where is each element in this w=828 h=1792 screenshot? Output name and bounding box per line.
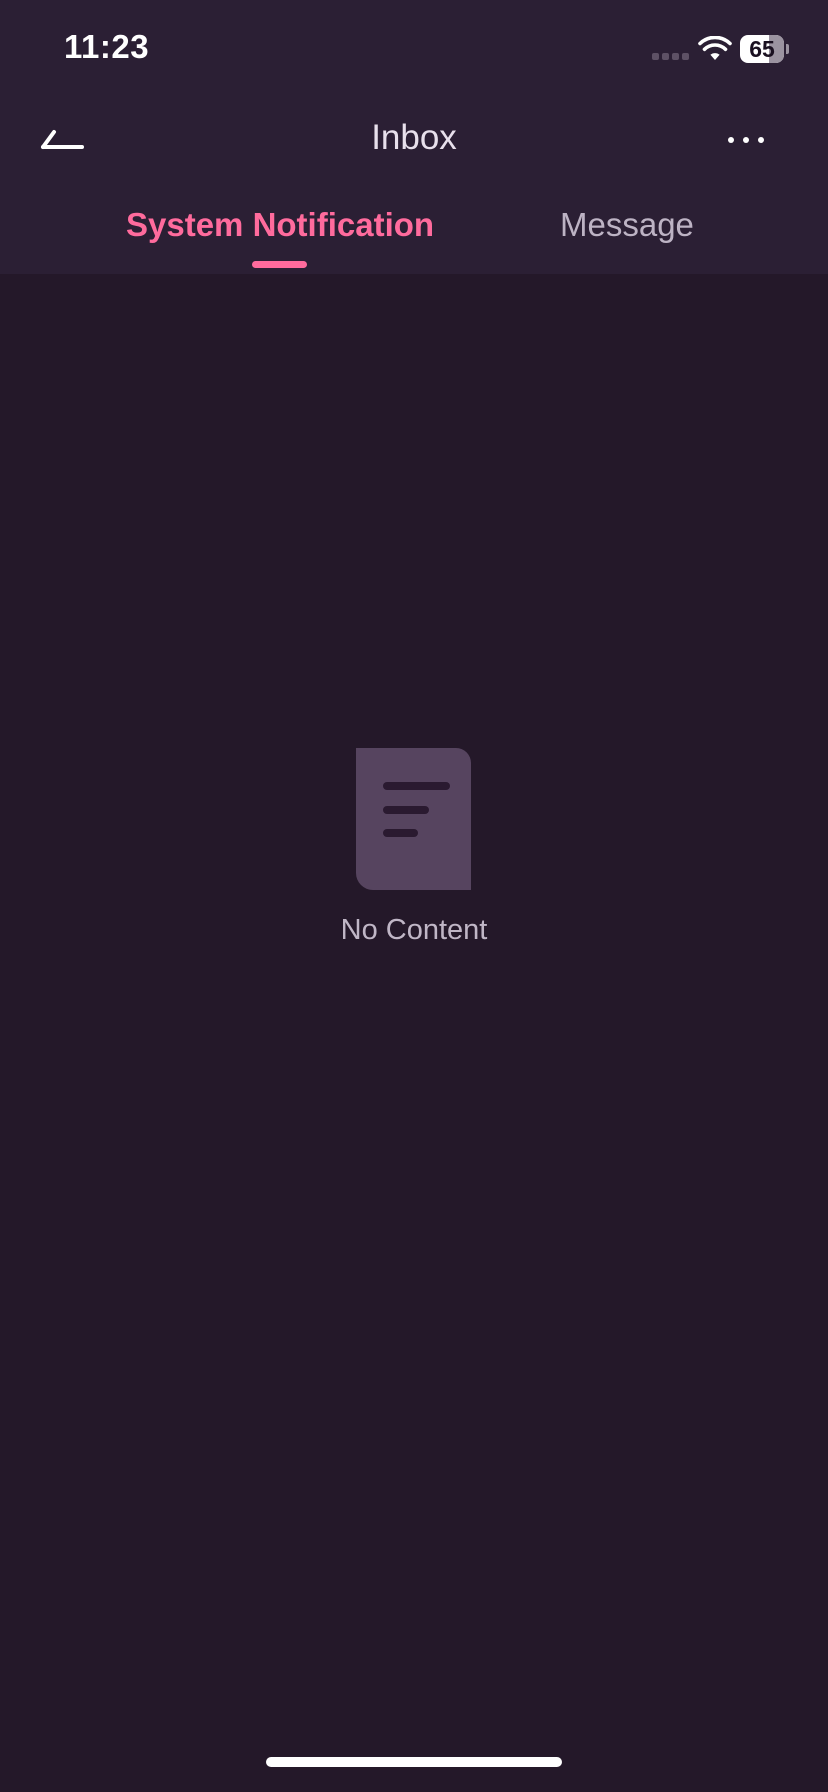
home-indicator[interactable]: [266, 1757, 562, 1767]
cellular-signal-icon: [652, 53, 689, 60]
battery-icon: 65: [740, 35, 789, 63]
battery-percent: 65: [749, 36, 775, 62]
more-horizontal-icon: [728, 137, 764, 143]
wifi-icon: [698, 36, 732, 60]
tab-message[interactable]: Message: [560, 206, 694, 244]
active-tab-indicator: [252, 261, 307, 268]
status-time: 11:23: [64, 28, 150, 65]
empty-state-text: No Content: [340, 914, 488, 946]
more-button[interactable]: [716, 120, 776, 162]
tab-system-notification[interactable]: System Notification: [126, 206, 434, 244]
page-title: Inbox: [371, 118, 457, 157]
header: 11:23 65 Inbox System Notification Messa…: [0, 0, 828, 274]
document-icon: [356, 748, 471, 890]
